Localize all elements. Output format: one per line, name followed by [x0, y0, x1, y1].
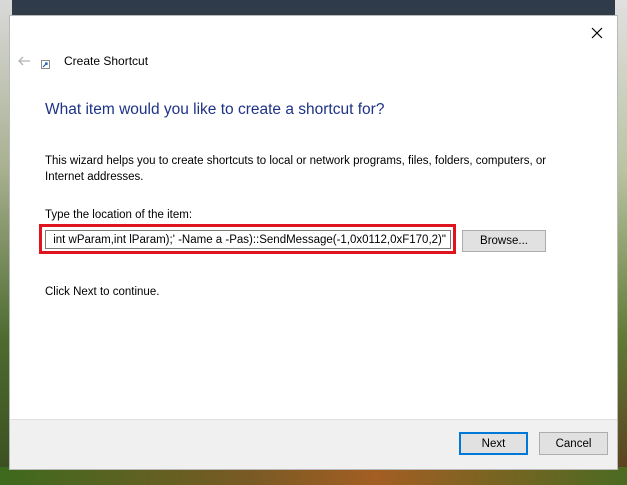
- location-label: Type the location of the item:: [45, 209, 193, 221]
- shortcut-icon: [41, 60, 50, 69]
- close-button[interactable]: [585, 22, 609, 44]
- desktop-background-bottom: [0, 467, 627, 485]
- wizard-description: This wizard helps you to create shortcut…: [45, 155, 547, 183]
- highlight-annotation: [39, 224, 456, 254]
- create-shortcut-dialog: Create Shortcut What item would you like…: [10, 16, 617, 469]
- next-button[interactable]: Next: [459, 432, 528, 455]
- browse-button[interactable]: Browse...: [462, 230, 546, 252]
- back-button[interactable]: [14, 52, 34, 70]
- continue-instruction: Click Next to continue.: [45, 286, 160, 298]
- dialog-title: Create Shortcut: [64, 54, 149, 68]
- page-heading: What item would you like to create a sho…: [45, 101, 385, 118]
- dialog-footer: Next Cancel: [10, 419, 617, 469]
- close-icon: [591, 27, 603, 39]
- cancel-button[interactable]: Cancel: [539, 432, 608, 455]
- back-arrow-icon: [18, 56, 30, 66]
